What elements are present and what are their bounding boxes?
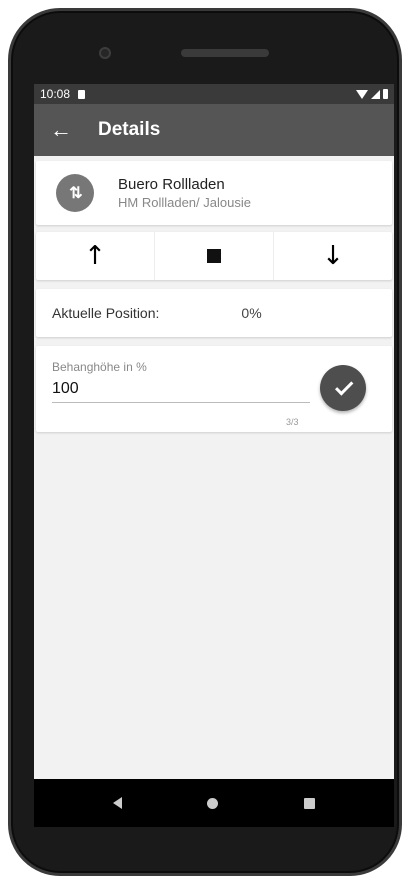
position-card: Aktuelle Position: 0% [36, 289, 392, 337]
confirm-button[interactable] [320, 365, 366, 411]
device-card: ⇅ Buero Rollladen HM Rollladen/ Jalousie [36, 161, 392, 225]
check-icon [334, 376, 353, 396]
front-camera [99, 47, 111, 59]
wifi-icon [356, 89, 368, 99]
earpiece-speaker [181, 49, 269, 57]
home-circle-icon[interactable] [207, 797, 219, 809]
recents-square-icon[interactable] [304, 797, 316, 809]
stop-icon [207, 249, 221, 263]
battery-icon [383, 89, 388, 99]
height-card: Behanghöhe in % 3/3 [36, 346, 392, 432]
app-bar: ← Details [34, 104, 394, 156]
stop-button[interactable] [155, 232, 274, 280]
height-field-label: Behanghöhe in % [52, 360, 147, 374]
device-frame: 10:08 ← Details ⇅ Buero Rollladen HM Rol… [0, 0, 408, 883]
arrow-left-icon[interactable]: ← [50, 119, 74, 141]
page-title: Details [98, 119, 161, 140]
signal-icon [371, 89, 380, 99]
position-value: 0% [241, 305, 262, 321]
back-triangle-icon[interactable] [112, 797, 122, 809]
move-down-button[interactable]: ↓ [274, 232, 392, 280]
position-label: Aktuelle Position: [52, 305, 160, 321]
arrow-up-icon: ↑ [84, 241, 106, 271]
device-type: HM Rollladen/ Jalousie [118, 195, 251, 210]
status-time: 10:08 [40, 87, 71, 101]
status-bar: 10:08 [34, 84, 394, 104]
height-input[interactable] [52, 375, 310, 403]
sim-icon [78, 89, 86, 99]
system-nav-bar [34, 779, 394, 827]
shutter-controls: ↑ ↓ [36, 232, 392, 280]
app-screen: 10:08 ← Details ⇅ Buero Rollladen HM Rol… [34, 84, 394, 779]
move-up-button[interactable]: ↑ [36, 232, 155, 280]
device-name: Buero Rollladen [118, 176, 225, 193]
character-counter: 3/3 [286, 417, 299, 427]
arrow-down-icon: ↓ [322, 241, 344, 271]
up-down-arrows-icon: ⇅ [56, 174, 94, 212]
